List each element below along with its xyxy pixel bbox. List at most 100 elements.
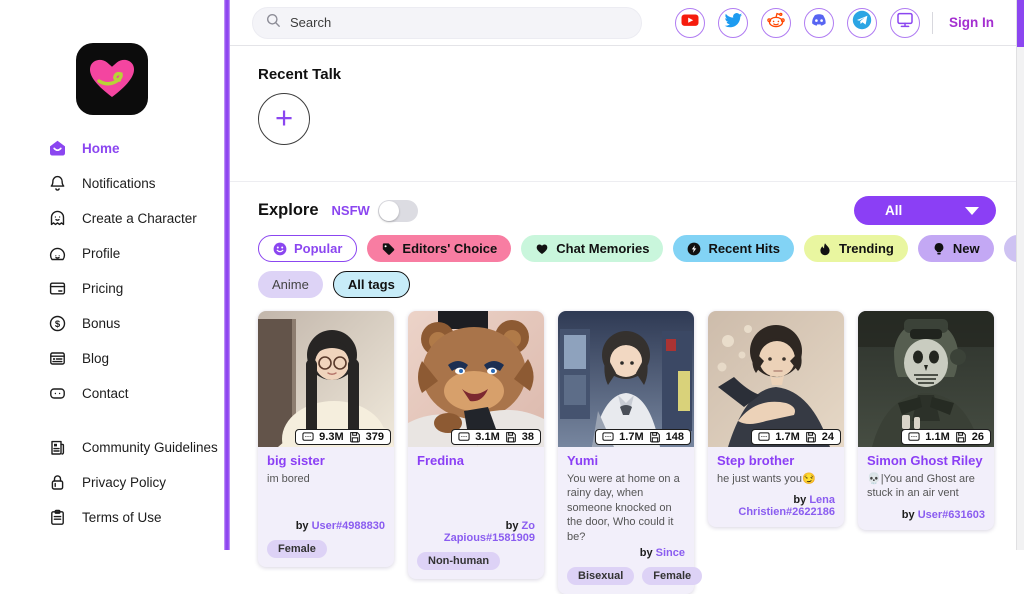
sidebar-item-label: Profile [82,246,120,261]
card-description: he just wants you😏 [717,472,835,487]
new-chat-button[interactable]: + [258,93,310,145]
card-author: by Lena Christien#2622186 [717,486,835,518]
tag-pill[interactable]: Female [642,567,702,585]
card-tags: Bisexual Female [567,567,685,585]
chevron-down-icon [965,207,979,215]
chip-new[interactable]: New [918,235,994,262]
author-name[interactable]: Since [656,547,685,559]
chat-count-icon [602,431,614,443]
sidebar-item-home[interactable]: Home [0,131,224,166]
tag-icon [381,242,395,256]
chip-label: Recent Hits [708,241,780,256]
chip-label: Popular [294,241,342,256]
author-prefix: by [640,547,656,559]
sidebar-item-pricing[interactable]: Pricing [0,271,224,306]
card-description: You were at home on a rainy day, when so… [567,472,685,545]
display-link[interactable] [890,8,920,38]
card-author: by Zo Zapious#1581909 [417,512,535,544]
card-author: by User#631603 [867,501,985,521]
nsfw-label: NSFW [332,203,370,218]
sidebar-item-blog[interactable]: Blog [0,341,224,376]
character-image: 9.3M 379 [258,311,394,447]
tag-pill[interactable]: Bisexual [567,567,634,585]
sidebar-item-bonus[interactable]: $ Bonus [0,306,224,341]
chip-anime[interactable]: Anime [258,271,323,298]
chat-count: 9.3M [319,431,343,443]
site-logo[interactable] [76,43,148,115]
sidebar-item-label: Terms of Use [82,510,162,525]
twitter-link[interactable] [718,8,748,38]
scrollbar-thumb[interactable] [1017,0,1024,47]
save-count: 38 [522,431,534,443]
sidebar-item-privacy-policy[interactable]: Privacy Policy [0,465,224,500]
chip-label: New [953,241,980,256]
character-image: 1.1M 26 [858,311,994,447]
recent-talk-section: Recent Talk + [230,46,1016,145]
author-name[interactable]: User#631603 [918,509,985,521]
recent-hits-icon [687,242,701,256]
author-name[interactable]: Lena Christien#2622186 [738,494,835,518]
character-card[interactable]: 9.3M 379 big sister im bored by User#498… [258,311,394,567]
chat-count: 1.1M [925,431,949,443]
search-bar[interactable] [252,7,642,39]
youtube-link[interactable] [675,8,705,38]
chip-recent-hits[interactable]: Recent Hits [673,235,794,262]
sidebar-item-community-guidelines[interactable]: Community Guidelines [0,430,224,465]
character-image: 3.1M 38 [408,311,544,447]
card-description [417,472,535,512]
main-content: Sign In Recent Talk + Explore NSFW All [230,0,1016,550]
sidebar-item-terms-of-use[interactable]: Terms of Use [0,500,224,535]
sidebar-item-profile[interactable]: Profile [0,236,224,271]
discord-icon [809,10,829,35]
author-name[interactable]: Zo Zapious#1581909 [444,520,535,544]
youtube-icon [680,10,700,35]
chip-trending[interactable]: Trending [804,235,908,262]
author-prefix: by [793,494,809,506]
chip-chat-memories[interactable]: Chat Memories [521,235,663,262]
svg-text:$: $ [55,319,61,330]
chat-count: 1.7M [619,431,643,443]
character-image: 1.7M 24 [708,311,844,447]
bulb-icon [932,242,946,256]
card-description: 💀|You and Ghost are stuck in an air vent [867,472,985,501]
chip-popular[interactable]: Popular [258,235,357,262]
character-card[interactable]: 3.1M 38 Fredina by Zo Zapious#1581909 [408,311,544,579]
character-card[interactable]: 1.7M 24 Step brother he just wants you😏 … [708,311,844,527]
explore-header: Explore NSFW All [230,196,1016,225]
reddit-link[interactable] [761,8,791,38]
topbar-divider [932,12,933,34]
author-prefix: by [506,520,522,532]
sidebar-item-create-character[interactable]: Create a Character [0,201,224,236]
search-input[interactable] [290,15,628,30]
telegram-link[interactable] [847,8,877,38]
category-dropdown[interactable]: All [854,196,996,225]
tag-pill[interactable]: Female [267,540,327,558]
search-icon [266,13,281,33]
chip-label: Anime [272,277,309,292]
explore-title: Explore [258,201,319,220]
sidebar-item-label: Contact [82,386,129,401]
flame-icon [818,242,832,256]
character-card[interactable]: 1.1M 26 Simon Ghost Riley 💀|You and Ghos… [858,311,994,530]
card-description: im bored [267,472,385,512]
page-scrollbar[interactable] [1016,0,1024,550]
author-name[interactable]: User#4988830 [312,520,385,532]
recent-talk-title: Recent Talk [258,66,1016,83]
chip-all-tags[interactable]: All tags [333,271,410,298]
chat-count-icon [458,431,470,443]
chat-count-icon [908,431,920,443]
card-body: Simon Ghost Riley 💀|You and Ghost are st… [858,447,994,530]
chat-count: 3.1M [475,431,499,443]
tag-pill[interactable]: Non-human [417,552,500,570]
pricing-card-icon [48,279,67,298]
card-stats: 3.1M 38 [451,429,541,445]
filter-chips: Popular Editors' Choice Chat Memories [230,235,1016,262]
nsfw-toggle[interactable] [378,200,418,222]
sign-in-button[interactable]: Sign In [939,15,1004,30]
discord-link[interactable] [804,8,834,38]
card-tags: Non-human [417,552,535,570]
sidebar-item-contact[interactable]: Contact [0,376,224,411]
sidebar-item-notifications[interactable]: Notifications [0,166,224,201]
chip-editors-choice[interactable]: Editors' Choice [367,235,511,262]
character-card[interactable]: 1.7M 148 Yumi You were at home on a rain… [558,311,694,594]
